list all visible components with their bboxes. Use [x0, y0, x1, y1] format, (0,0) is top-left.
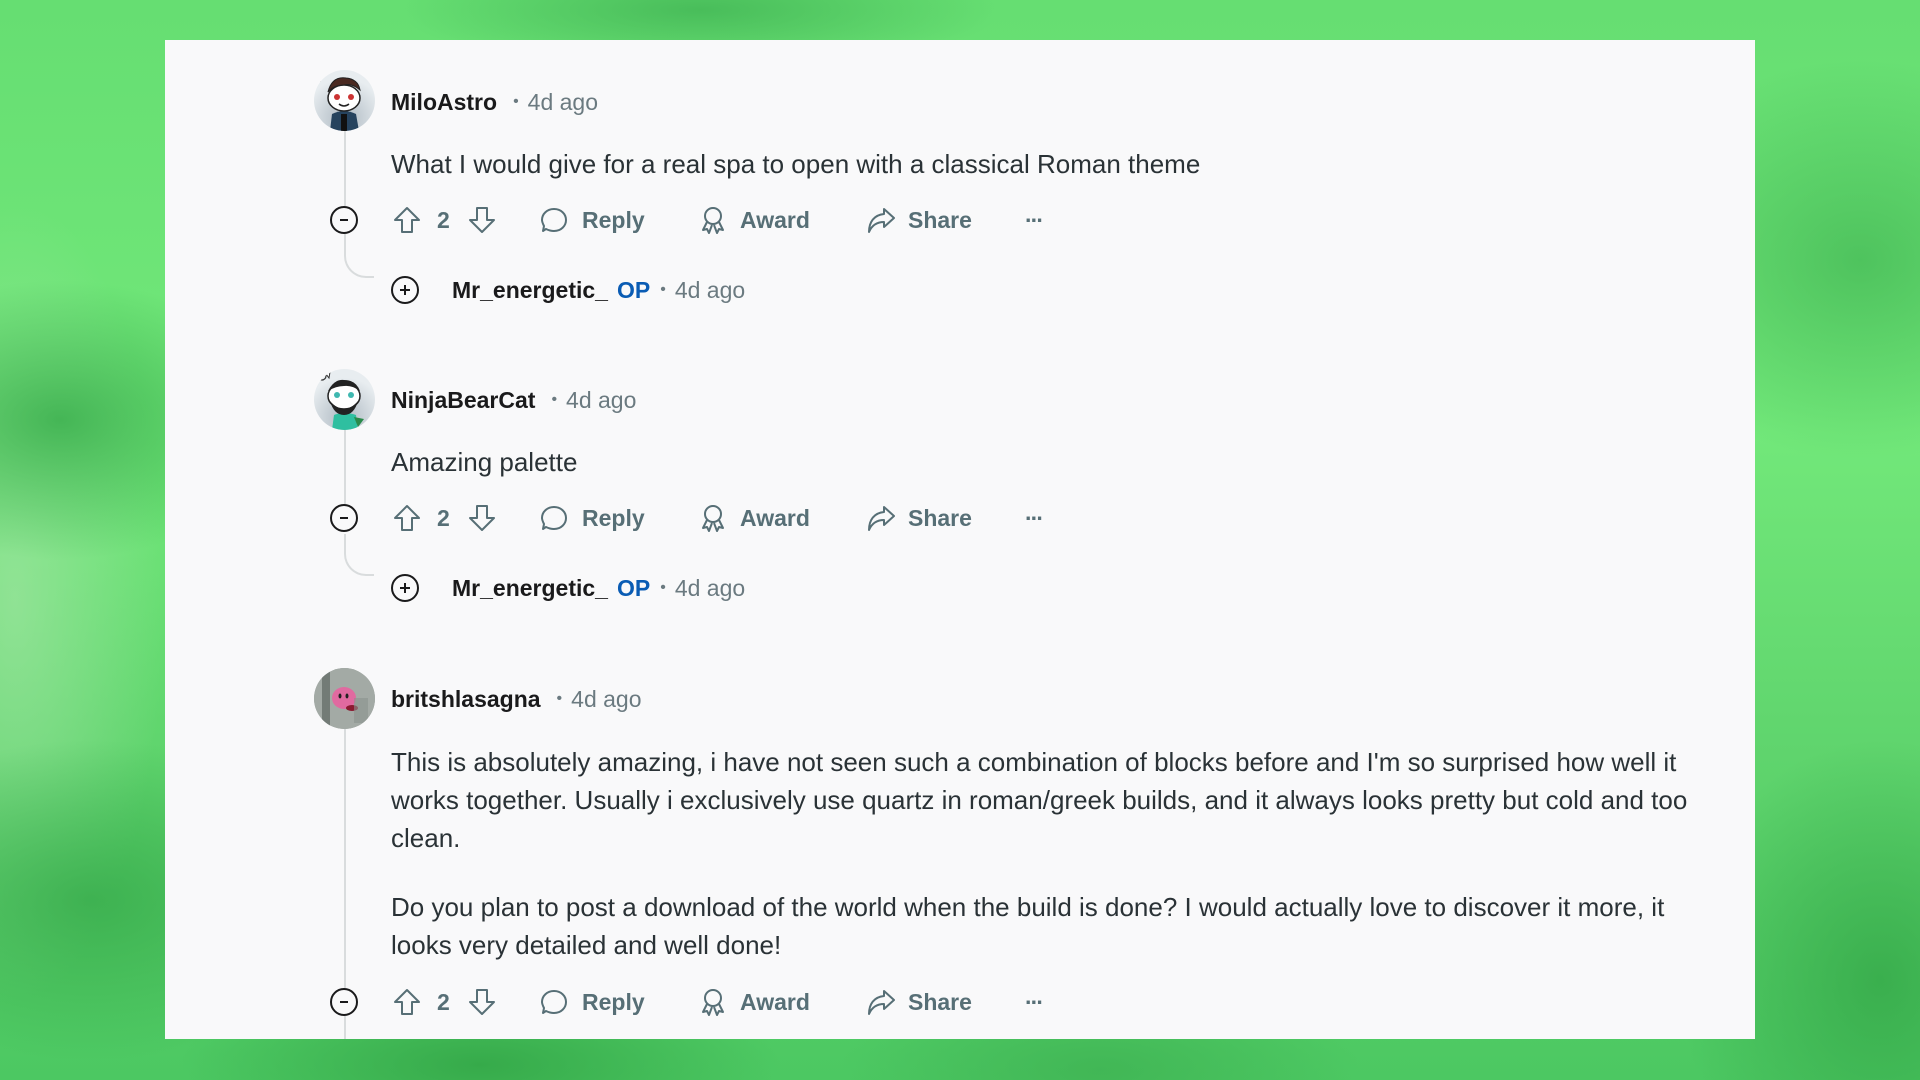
minus-icon: [340, 219, 348, 221]
award-icon: [702, 207, 724, 234]
share-label: Share: [908, 504, 972, 531]
separator-dot: •: [513, 93, 519, 110]
reply-timestamp[interactable]: 4d ago: [675, 277, 745, 304]
expand-reply-button[interactable]: [391, 574, 419, 602]
reply-connector: [344, 236, 374, 278]
share-button[interactable]: Share: [865, 498, 972, 538]
share-icon: [868, 506, 895, 531]
snoo-avatar-icon: [319, 74, 361, 131]
downvote-button[interactable]: [467, 498, 497, 538]
comment-bubble-icon: [541, 990, 567, 1014]
arrow-up-icon: [394, 207, 420, 233]
score-value: 2: [437, 206, 450, 233]
photo-avatar-icon: [314, 668, 375, 729]
plus-icon: [400, 285, 410, 295]
share-label: Share: [908, 206, 972, 233]
reply-meta: Mr_energetic_ OP • 4d ago: [452, 573, 745, 603]
comment-body: What I would give for a real spa to open…: [391, 145, 1731, 183]
more-options-button[interactable]: ···: [1025, 982, 1044, 1022]
downvote-button[interactable]: [467, 200, 497, 240]
vote-score: 2: [437, 498, 450, 538]
username[interactable]: NinjaBearCat: [391, 387, 535, 414]
avatar[interactable]: [314, 70, 375, 131]
reply-button[interactable]: Reply: [539, 200, 645, 240]
separator-dot: •: [660, 281, 666, 298]
reply-username[interactable]: Mr_energetic_: [452, 277, 608, 304]
award-button[interactable]: Award: [698, 498, 810, 538]
ellipsis-icon: ···: [1025, 988, 1044, 1015]
comment-paragraph: What I would give for a real spa to open…: [391, 149, 1201, 179]
reply-button[interactable]: Reply: [539, 982, 645, 1022]
reply-meta: Mr_energetic_ OP • 4d ago: [452, 275, 745, 305]
comment-body: This is absolutely amazing, i have not s…: [391, 743, 1731, 964]
separator-dot: •: [551, 391, 558, 408]
more-options-button[interactable]: ···: [1025, 200, 1044, 240]
award-label: Award: [740, 504, 810, 531]
reply-label: Reply: [582, 206, 645, 233]
comment-meta: britshlasagna • 4d ago: [391, 684, 642, 714]
award-button[interactable]: Award: [698, 982, 810, 1022]
reply-timestamp[interactable]: 4d ago: [675, 575, 745, 602]
reply-label: Reply: [582, 988, 645, 1015]
award-label: Award: [740, 206, 810, 233]
collapse-thread-button[interactable]: [330, 504, 358, 532]
timestamp[interactable]: 4d ago: [566, 387, 636, 414]
minus-icon: [340, 1001, 348, 1003]
reply-button[interactable]: Reply: [539, 498, 645, 538]
collapse-thread-button[interactable]: [330, 988, 358, 1016]
comment-paragraph: Amazing palette: [391, 447, 578, 477]
comment-bubble-icon: [541, 208, 567, 232]
comment-body: Amazing palette: [391, 443, 1731, 481]
comment-meta: MiloAstro • 4d ago: [391, 87, 598, 117]
upvote-button[interactable]: [392, 498, 422, 538]
share-label: Share: [908, 988, 972, 1015]
score-value: 2: [437, 988, 450, 1015]
ellipsis-icon: ···: [1025, 206, 1044, 233]
share-button[interactable]: Share: [865, 200, 972, 240]
ellipsis-icon: ···: [1025, 504, 1044, 531]
timestamp[interactable]: 4d ago: [571, 686, 641, 713]
arrow-down-icon: [469, 989, 495, 1015]
reply-label: Reply: [582, 504, 645, 531]
comment-paragraph: Do you plan to post a download of the wo…: [391, 892, 1665, 960]
reply-connector: [344, 534, 374, 576]
timestamp[interactable]: 4d ago: [528, 89, 598, 116]
snoo-avatar-icon: [317, 371, 364, 430]
arrow-up-icon: [394, 989, 420, 1015]
separator-dot: •: [660, 579, 666, 596]
vote-score: 2: [437, 200, 450, 240]
award-icon: [702, 989, 724, 1016]
more-options-button[interactable]: ···: [1025, 498, 1044, 538]
vote-score: 2: [437, 982, 450, 1022]
avatar[interactable]: [314, 369, 375, 430]
arrow-up-icon: [394, 505, 420, 531]
minus-icon: [340, 517, 348, 519]
separator-dot: •: [556, 690, 563, 707]
score-value: 2: [437, 504, 450, 531]
award-icon: [702, 505, 724, 532]
comments-panel: MiloAstro • 4d ago What I would give for…: [165, 40, 1755, 1039]
upvote-button[interactable]: [392, 200, 422, 240]
upvote-button[interactable]: [392, 982, 422, 1022]
expand-reply-button[interactable]: [391, 276, 419, 304]
comment-meta: NinjaBearCat • 4d ago: [391, 385, 636, 415]
share-icon: [868, 208, 895, 233]
downvote-button[interactable]: [467, 982, 497, 1022]
share-icon: [868, 990, 895, 1015]
reply-username[interactable]: Mr_energetic_: [452, 575, 608, 602]
plus-icon: [400, 583, 410, 593]
arrow-down-icon: [469, 505, 495, 531]
award-button[interactable]: Award: [698, 200, 810, 240]
collapse-thread-button[interactable]: [330, 206, 358, 234]
username[interactable]: MiloAstro: [391, 89, 497, 116]
op-badge: OP: [616, 276, 651, 303]
arrow-down-icon: [469, 207, 495, 233]
comment-paragraph: This is absolutely amazing, i have not s…: [391, 747, 1688, 853]
username[interactable]: britshlasagna: [391, 686, 541, 713]
share-button[interactable]: Share: [865, 982, 972, 1022]
award-label: Award: [740, 988, 810, 1015]
avatar[interactable]: [314, 668, 375, 729]
op-badge: OP: [616, 574, 651, 601]
comment-bubble-icon: [541, 506, 567, 530]
